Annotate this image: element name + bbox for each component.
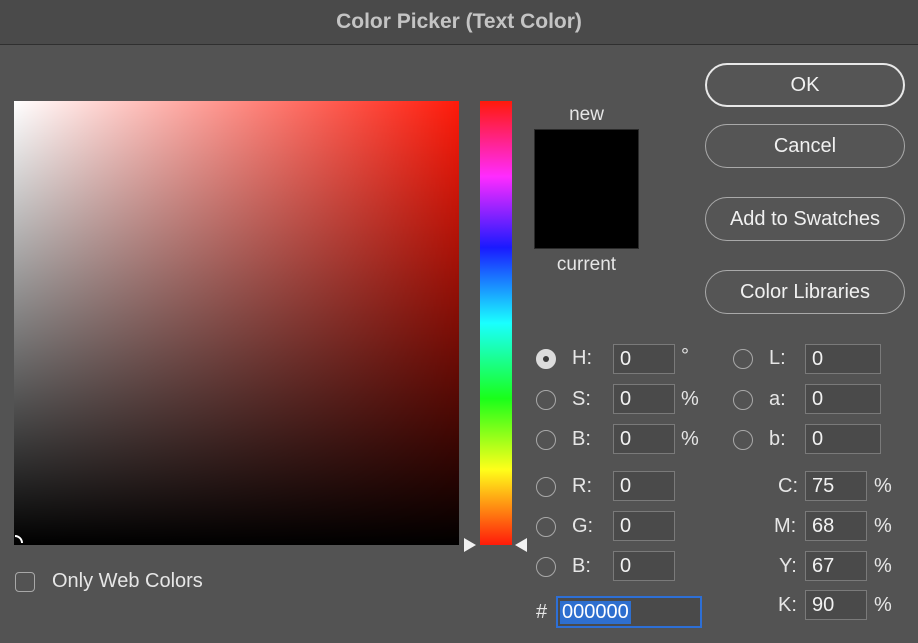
cyan-field[interactable]: 75 bbox=[805, 471, 867, 501]
add-to-swatches-button[interactable]: Add to Swatches bbox=[705, 197, 905, 241]
red-label: R: bbox=[572, 475, 592, 497]
hue-unit: ° bbox=[681, 345, 689, 367]
yellow-unit: % bbox=[874, 555, 892, 577]
brightness-label: B: bbox=[572, 428, 591, 450]
current-color-swatch[interactable] bbox=[534, 189, 639, 249]
lab-a-label: a: bbox=[769, 388, 786, 410]
lab-l-radio[interactable] bbox=[733, 349, 753, 369]
green-label: G: bbox=[572, 515, 594, 537]
magenta-unit: % bbox=[874, 515, 892, 537]
window-title: Color Picker (Text Color) bbox=[0, 0, 918, 45]
hue-slider-left-arrow-icon[interactable] bbox=[464, 538, 476, 552]
magenta-field[interactable]: 68 bbox=[805, 511, 867, 541]
hue-slider-right-arrow-icon[interactable] bbox=[515, 538, 527, 552]
saturation-label: S: bbox=[572, 388, 591, 410]
yellow-label: Y: bbox=[779, 555, 797, 577]
saturation-unit: % bbox=[681, 388, 699, 410]
blue-label: B: bbox=[572, 555, 591, 577]
saturation-brightness-field[interactable] bbox=[14, 101, 459, 545]
lab-l-field[interactable]: 0 bbox=[805, 344, 881, 374]
hue-radio[interactable] bbox=[536, 349, 556, 369]
ok-button[interactable]: OK bbox=[705, 63, 905, 107]
new-color-label: new bbox=[569, 104, 604, 125]
cyan-unit: % bbox=[874, 475, 892, 497]
lab-b-radio[interactable] bbox=[733, 430, 753, 450]
brightness-field[interactable]: 0 bbox=[613, 424, 675, 454]
hex-label: # bbox=[536, 601, 548, 623]
yellow-field[interactable]: 67 bbox=[805, 551, 867, 581]
brightness-unit: % bbox=[681, 428, 699, 450]
black-label: K: bbox=[778, 594, 797, 616]
red-field[interactable]: 0 bbox=[613, 471, 675, 501]
hue-field[interactable]: 0 bbox=[613, 344, 675, 374]
lab-a-radio[interactable] bbox=[733, 390, 753, 410]
lab-a-field[interactable]: 0 bbox=[805, 384, 881, 414]
green-field[interactable]: 0 bbox=[613, 511, 675, 541]
only-web-colors-checkbox[interactable] bbox=[15, 572, 35, 592]
black-unit: % bbox=[874, 594, 892, 616]
only-web-colors-label: Only Web Colors bbox=[52, 570, 203, 592]
hex-field[interactable]: 000000 bbox=[556, 596, 702, 628]
lab-l-label: L: bbox=[769, 347, 786, 369]
new-color-swatch bbox=[534, 129, 639, 189]
current-color-label: current bbox=[556, 254, 617, 275]
cyan-label: C: bbox=[778, 475, 798, 497]
saturation-field[interactable]: 0 bbox=[613, 384, 675, 414]
cancel-button[interactable]: Cancel bbox=[705, 124, 905, 168]
saturation-radio[interactable] bbox=[536, 390, 556, 410]
hex-value: 000000 bbox=[560, 600, 631, 624]
hue-slider[interactable] bbox=[480, 101, 512, 545]
blue-field[interactable]: 0 bbox=[613, 551, 675, 581]
hue-label: H: bbox=[572, 347, 592, 369]
lab-b-label: b: bbox=[769, 428, 786, 450]
red-radio[interactable] bbox=[536, 477, 556, 497]
green-radio[interactable] bbox=[536, 517, 556, 537]
magenta-label: M: bbox=[774, 515, 797, 537]
blue-radio[interactable] bbox=[536, 557, 556, 577]
lab-b-field[interactable]: 0 bbox=[805, 424, 881, 454]
black-field[interactable]: 90 bbox=[805, 590, 867, 620]
brightness-radio[interactable] bbox=[536, 430, 556, 450]
color-libraries-button[interactable]: Color Libraries bbox=[705, 270, 905, 314]
